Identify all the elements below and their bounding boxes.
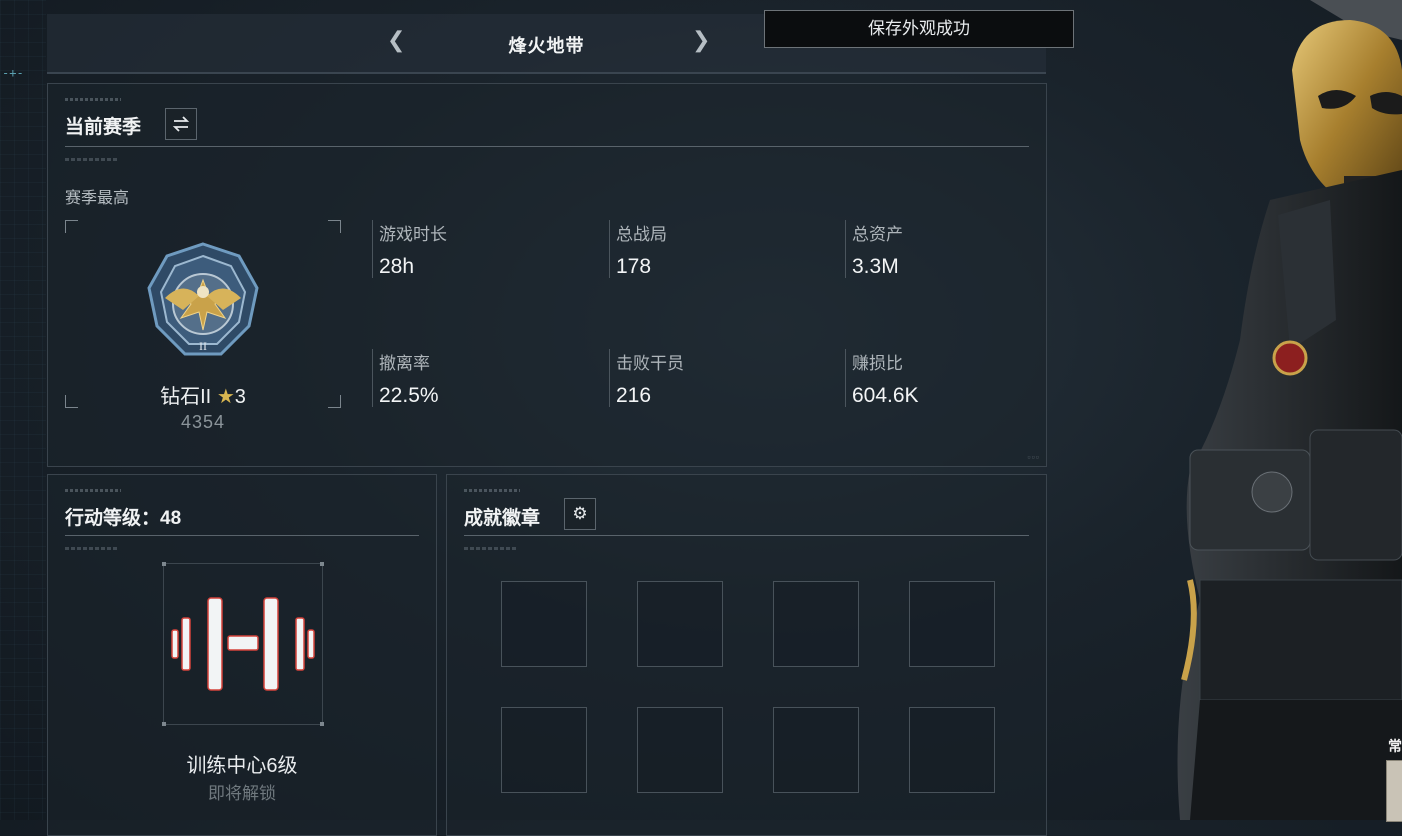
stat-total-assets: 总资产 3.3M xyxy=(845,220,903,278)
season-heading: 当前赛季 xyxy=(65,117,142,138)
gear-icon[interactable]: ⚙ xyxy=(564,498,596,530)
stat-label: 总资产 xyxy=(852,225,903,244)
frame-dot xyxy=(162,722,166,726)
divider-decoration xyxy=(65,158,117,161)
frame-dot xyxy=(320,562,324,566)
badge-slot[interactable] xyxy=(637,581,723,667)
rank-stars: 3 xyxy=(234,386,246,408)
stat-value: 22.5% xyxy=(379,384,439,407)
swap-arrows-icon[interactable] xyxy=(165,108,197,140)
badge-slot[interactable] xyxy=(637,707,723,793)
side-thumbnail[interactable] xyxy=(1386,760,1402,822)
stat-extraction-rate: 撤离率 22.5% xyxy=(372,349,439,407)
star-icon: ★ xyxy=(216,386,235,408)
stat-operators-defeated: 击败干员 216 xyxy=(609,349,684,407)
left-grid-decoration xyxy=(0,0,46,820)
badge-slot[interactable] xyxy=(909,581,995,667)
svg-text:II: II xyxy=(199,339,207,353)
stat-label: 总战局 xyxy=(616,225,667,244)
stat-label: 击败干员 xyxy=(616,354,684,373)
chevron-right-icon[interactable]: ❯ xyxy=(692,28,710,53)
stat-value: 216 xyxy=(616,384,652,407)
stat-total-matches: 总战局 178 xyxy=(609,220,667,278)
badge-slot[interactable] xyxy=(773,707,859,793)
stat-value: 178 xyxy=(616,255,652,278)
save-success-toast: 保存外观成功 xyxy=(764,10,1074,48)
stat-value: 28h xyxy=(379,255,415,278)
badge-slot[interactable] xyxy=(501,581,587,667)
stat-value: 604.6K xyxy=(852,384,919,407)
season-best-label: 赛季最高 xyxy=(65,190,130,207)
stat-profit-loss-ratio: 赚损比 604.6K xyxy=(845,349,919,407)
badges-divider xyxy=(464,535,1029,536)
panel-tag-decoration xyxy=(65,489,121,492)
season-divider xyxy=(65,146,1029,147)
dumbbell-icon xyxy=(171,597,315,691)
badge-slot[interactable] xyxy=(773,581,859,667)
divider-decoration xyxy=(65,547,117,550)
frame-dot xyxy=(320,722,324,726)
operator-character-model xyxy=(1177,0,1402,820)
rank-score: 4354 xyxy=(180,412,226,432)
badge-slot[interactable] xyxy=(501,707,587,793)
diamond-rank-emblem: II xyxy=(147,242,259,356)
stat-label: 撤离率 xyxy=(379,354,430,373)
achievement-badges-panel: 成就徽章 ⚙ xyxy=(446,474,1047,836)
crosshair-decoration: -+- xyxy=(2,66,24,80)
frame-dot xyxy=(162,562,166,566)
season-panel: 当前赛季 赛季最高 II 钻石II ★3 4354 游戏时长 28h 总战局 1… xyxy=(47,83,1047,467)
badges-heading: 成就徽章 xyxy=(464,508,541,529)
panel-tag-decoration xyxy=(65,98,121,101)
panel-tag-decoration xyxy=(464,489,520,492)
rank-name: 钻石II xyxy=(160,386,212,408)
divider-decoration xyxy=(464,547,516,550)
stat-label: 游戏时长 xyxy=(379,225,447,244)
training-center-frame xyxy=(162,562,324,726)
unlock-soon-label: 即将解锁 xyxy=(208,784,276,803)
action-level-panel: 行动等级：48 训练中心6级 即将解锁 xyxy=(47,474,437,836)
stat-play-time: 游戏时长 28h xyxy=(372,220,447,278)
frame-corner xyxy=(65,220,78,233)
action-level-heading: 行动等级：48 xyxy=(65,508,182,529)
rank-name-row: 钻石II ★3 xyxy=(48,380,358,409)
side-tab-label[interactable]: 常 xyxy=(1388,736,1402,756)
corner-dots-decoration: ▫▫▫ xyxy=(1027,452,1040,462)
stat-value: 3.3M xyxy=(852,255,899,278)
frame-corner xyxy=(328,220,341,233)
level-divider xyxy=(65,535,419,536)
training-center-title: 训练中心6级 xyxy=(186,755,298,777)
badge-slot[interactable] xyxy=(909,707,995,793)
stat-label: 赚损比 xyxy=(852,354,903,373)
